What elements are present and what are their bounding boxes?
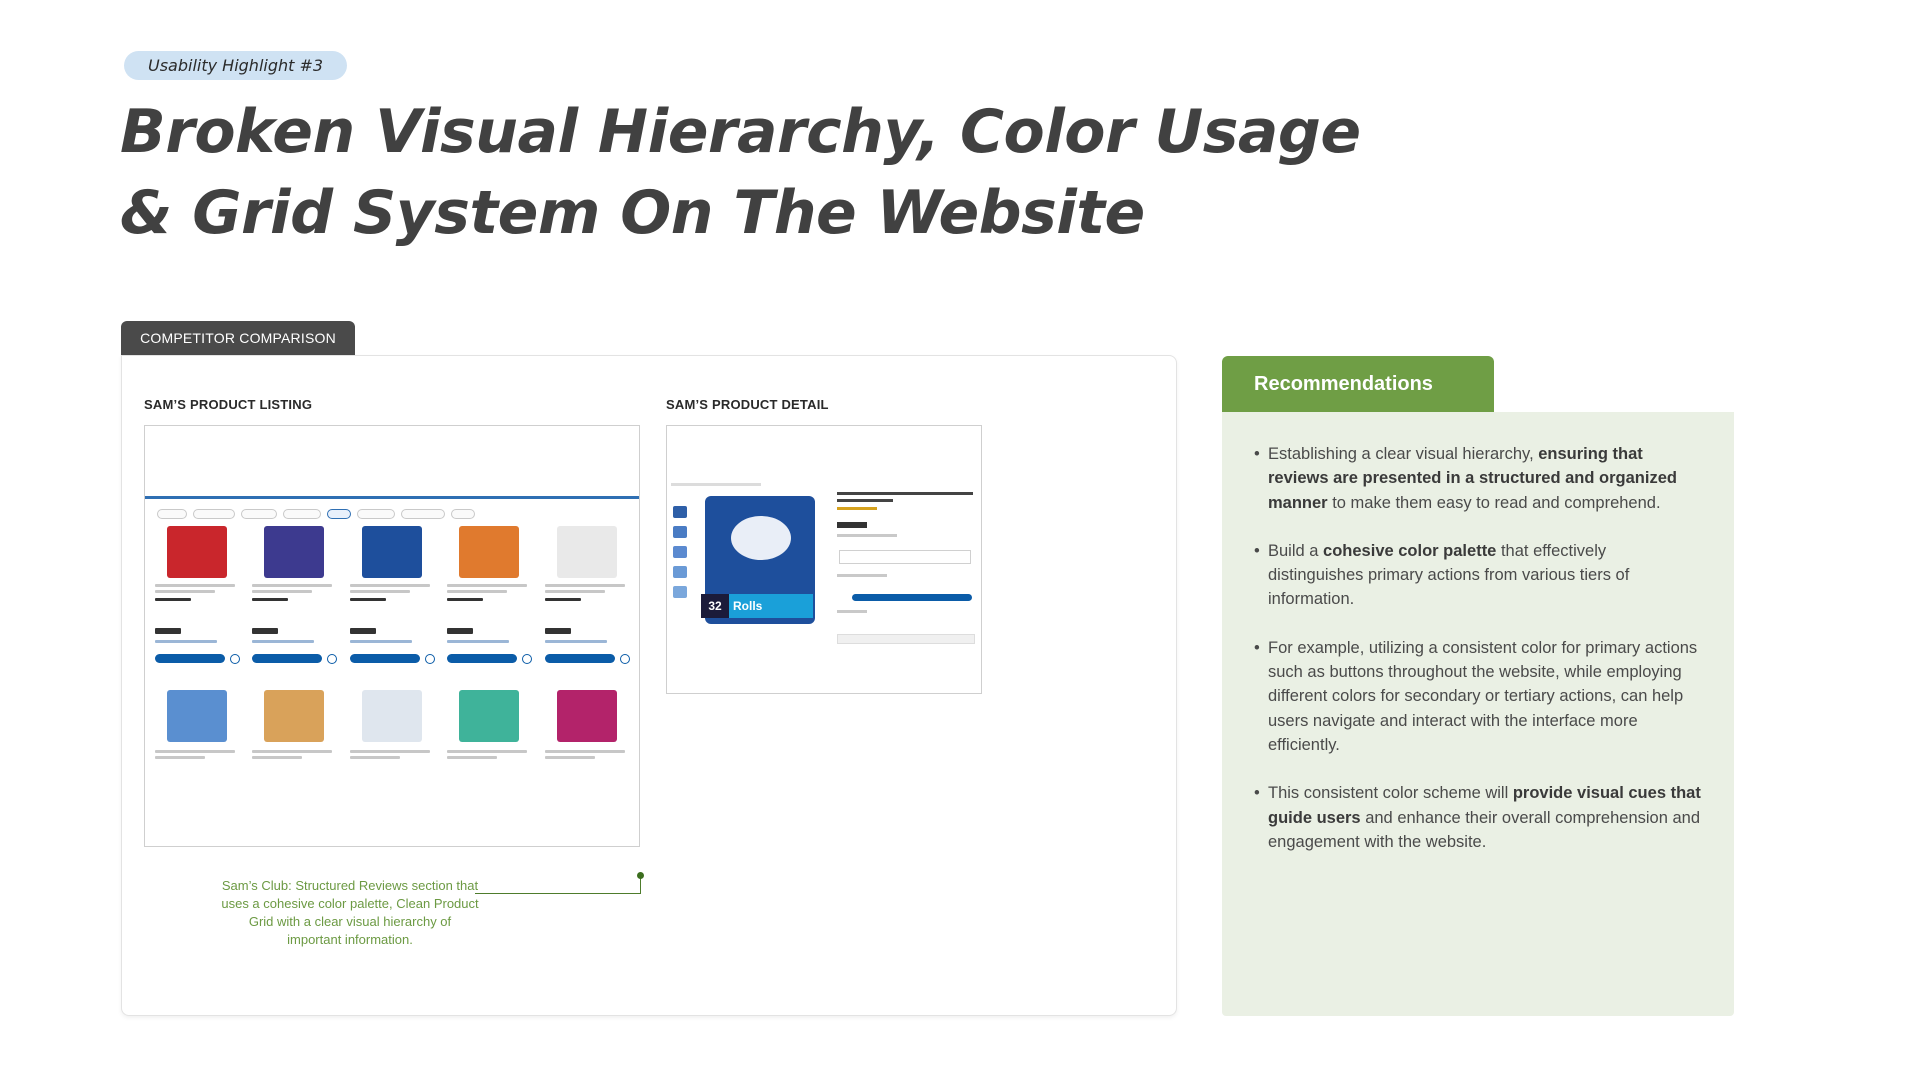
detail-label: SAM’S PRODUCT DETAIL bbox=[666, 397, 829, 412]
price bbox=[544, 628, 571, 634]
annotation-text: Sam’s Club: Structured Reviews section t… bbox=[221, 878, 479, 947]
recommendation-item: Build a cohesive color palette that effe… bbox=[1254, 539, 1704, 612]
recommendation-item: This consistent color scheme will provid… bbox=[1254, 781, 1704, 854]
recommendations-tab: Recommendations bbox=[1222, 356, 1494, 412]
annotation-dot bbox=[637, 872, 644, 879]
product-image bbox=[459, 690, 520, 742]
product-image bbox=[459, 526, 520, 578]
product-grid-row2 bbox=[153, 688, 635, 778]
favorite-icon[interactable] bbox=[619, 654, 630, 664]
product-image bbox=[264, 690, 325, 742]
price bbox=[447, 628, 474, 634]
product-image bbox=[361, 690, 422, 742]
product-image bbox=[361, 526, 422, 578]
product-card[interactable] bbox=[445, 688, 537, 778]
header-divider bbox=[145, 496, 639, 499]
recommendations-list: Establishing a clear visual hierarchy, e… bbox=[1222, 412, 1734, 854]
recommendations-panel: Establishing a clear visual hierarchy, e… bbox=[1222, 412, 1734, 1016]
product-card[interactable] bbox=[153, 524, 245, 682]
product-image bbox=[556, 690, 617, 742]
favorite-icon[interactable] bbox=[522, 654, 533, 664]
favorite-icon[interactable] bbox=[327, 654, 338, 664]
product-card[interactable] bbox=[445, 524, 537, 682]
favorite-icon[interactable] bbox=[424, 654, 435, 664]
annotation-connector bbox=[475, 893, 641, 894]
add-to-cart-button[interactable] bbox=[447, 654, 518, 663]
price bbox=[252, 628, 279, 634]
product-card[interactable] bbox=[153, 688, 245, 778]
price bbox=[349, 628, 376, 634]
product-image bbox=[556, 526, 617, 578]
product-card[interactable] bbox=[348, 688, 440, 778]
thumbnail[interactable] bbox=[673, 506, 687, 518]
add-to-cart-button[interactable] bbox=[349, 654, 420, 663]
rolls-count: 32 bbox=[701, 594, 729, 618]
add-to-cart-button[interactable] bbox=[155, 654, 225, 663]
add-to-cart-button[interactable] bbox=[852, 594, 972, 601]
listing-label: SAM’S PRODUCT LISTING bbox=[144, 397, 313, 412]
add-to-cart-button[interactable] bbox=[252, 654, 323, 663]
price bbox=[155, 628, 181, 634]
competitor-comparison-tab: COMPETITOR COMPARISON bbox=[121, 321, 355, 355]
usability-badge: Usability Highlight #3 bbox=[124, 51, 348, 80]
product-card[interactable] bbox=[348, 524, 440, 682]
add-to-cart-button[interactable] bbox=[544, 654, 615, 663]
breadcrumb bbox=[671, 483, 761, 486]
recommendation-item: Establishing a clear visual hierarchy, e… bbox=[1254, 442, 1704, 515]
detail-screenshot: Rolls 32 bbox=[666, 425, 982, 694]
product-image bbox=[167, 526, 227, 578]
product-card[interactable] bbox=[250, 524, 342, 682]
thumbnail[interactable] bbox=[673, 526, 687, 538]
favorite-icon[interactable] bbox=[230, 654, 240, 664]
product-card[interactable] bbox=[543, 524, 635, 682]
thumbnail[interactable] bbox=[673, 546, 687, 558]
filter-bar bbox=[157, 509, 633, 519]
listing-screenshot bbox=[144, 425, 640, 847]
product-image bbox=[167, 690, 227, 742]
page-title: Broken Visual Hierarchy, Color Usage & G… bbox=[120, 97, 1361, 248]
product-card[interactable] bbox=[250, 688, 342, 778]
recommendation-item: For example, utilizing a consistent colo… bbox=[1254, 636, 1704, 757]
thumbnail[interactable] bbox=[673, 566, 687, 578]
thumbnail[interactable] bbox=[673, 586, 687, 598]
product-image bbox=[264, 526, 325, 578]
product-grid bbox=[153, 524, 635, 682]
product-card[interactable] bbox=[543, 688, 635, 778]
